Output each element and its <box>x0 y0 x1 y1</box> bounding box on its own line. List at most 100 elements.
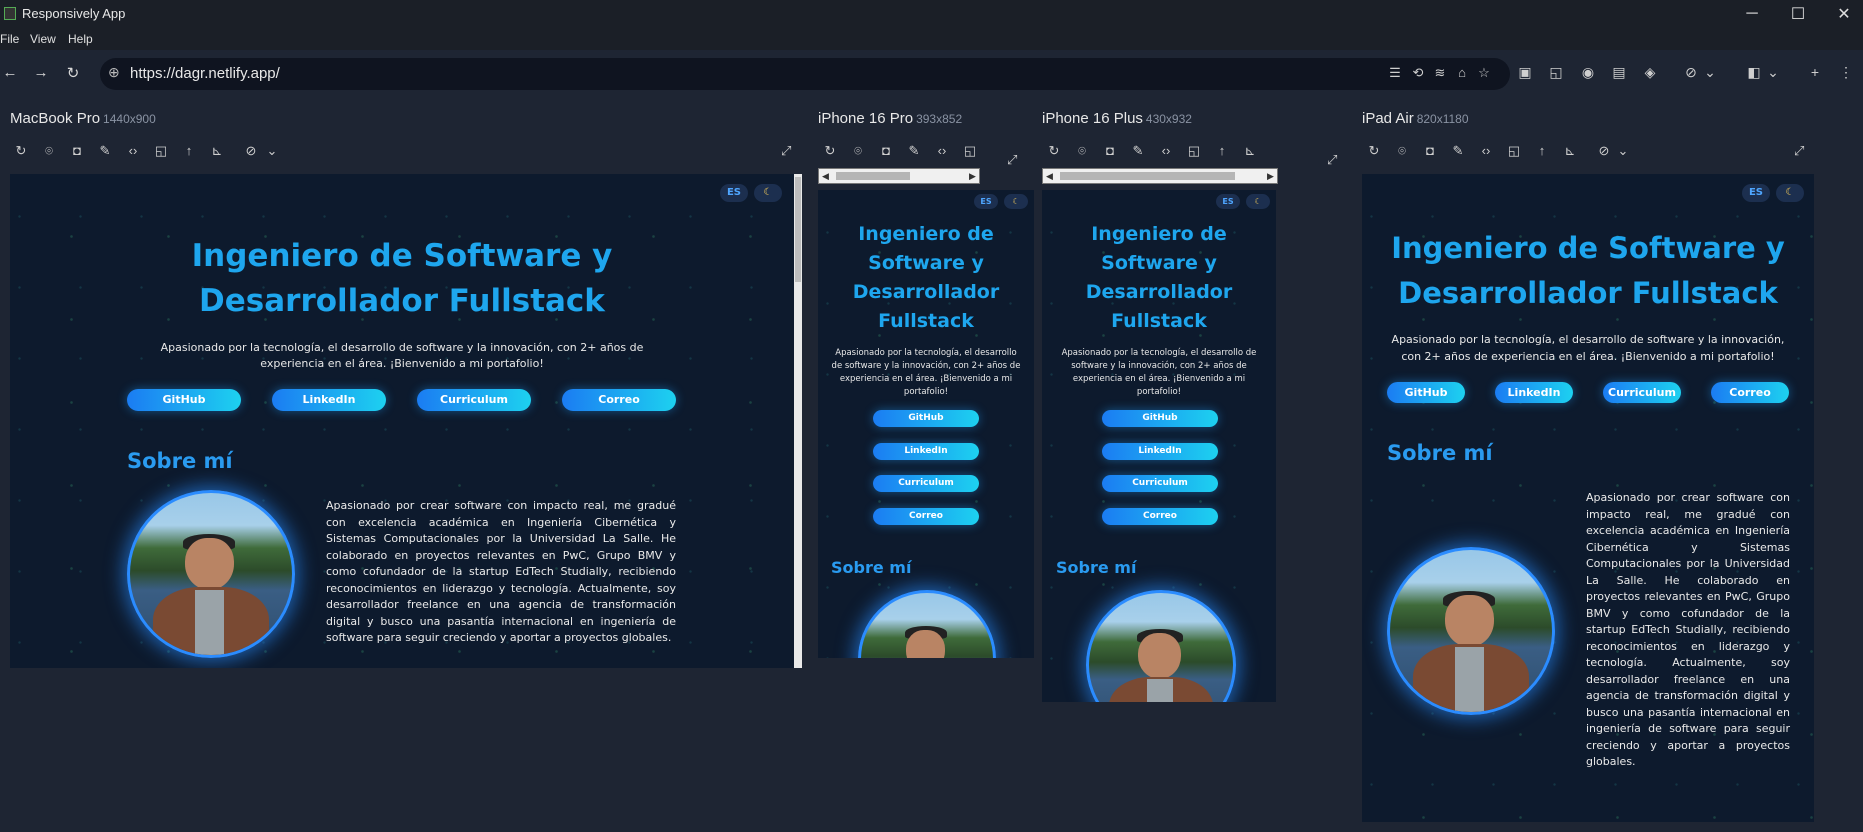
rotate-icon[interactable]: ↻ <box>1045 143 1063 159</box>
screenshot-full-icon[interactable]: ⌾ <box>849 143 867 159</box>
viewport-ipad-air[interactable]: ES ☾ Ingeniero de Software y Desarrollad… <box>1362 174 1814 822</box>
linkedin-button[interactable]: LinkedIn <box>1495 382 1573 403</box>
screenshot-icon[interactable]: ◉ <box>1578 64 1598 81</box>
horizontal-scrollbar[interactable]: ◀ ▶ <box>1042 168 1278 184</box>
device-label-iphone-16-plus: iPhone 16 Plus 430x932 <box>1042 110 1192 127</box>
code-icon[interactable]: ‹› <box>1477 143 1495 158</box>
url-input[interactable]: https://dagr.netlify.app/ <box>130 65 280 82</box>
menu-help[interactable]: Help <box>68 32 93 46</box>
network-icon[interactable]: ≋ <box>1431 65 1449 81</box>
rotate-icon[interactable]: ↻ <box>12 143 30 159</box>
lang-toggle[interactable]: ES <box>1742 184 1770 202</box>
minimize-icon[interactable]: ─ <box>1729 0 1775 28</box>
camera-icon[interactable]: ◘ <box>1421 143 1439 158</box>
maximize-icon[interactable]: ☐ <box>1775 0 1821 28</box>
linkedin-button[interactable]: LinkedIn <box>1102 443 1218 460</box>
linkedin-button[interactable]: LinkedIn <box>873 443 979 460</box>
rotate-device-icon[interactable]: ◱ <box>1505 143 1523 159</box>
moon-icon[interactable]: ☾ <box>1246 194 1270 209</box>
hide-eye-icon[interactable]: ⊘ <box>242 143 260 159</box>
bookmark-star-icon[interactable]: ☆ <box>1475 65 1493 81</box>
moon-icon[interactable]: ☾ <box>1004 194 1028 209</box>
curriculum-button[interactable]: Curriculum <box>873 475 979 492</box>
lang-toggle[interactable]: ES <box>720 184 748 202</box>
viewport-iphone-16-pro[interactable]: ES ☾ Ingeniero de Software y Desarrollad… <box>818 190 1034 658</box>
lang-toggle[interactable]: ES <box>1216 194 1240 209</box>
url-bar[interactable]: ⊕ https://dagr.netlify.app/ ☰ ⟲ ≋ ⌂ ☆ <box>100 58 1510 90</box>
curriculum-button[interactable]: Curriculum <box>417 389 531 411</box>
clear-cache-icon[interactable]: ⟲ <box>1409 65 1427 81</box>
code-icon[interactable]: ‹› <box>124 143 142 158</box>
screenshot-full-icon[interactable]: ⌾ <box>1073 143 1091 159</box>
expand-icon[interactable]: ⤢ <box>1327 152 1337 168</box>
layers-icon[interactable]: ◈ <box>1640 64 1660 81</box>
color-picker-icon[interactable]: ✎ <box>905 143 923 159</box>
moon-icon[interactable]: ☾ <box>754 184 782 202</box>
forward-icon[interactable]: → <box>31 64 51 81</box>
github-button[interactable]: GitHub <box>127 389 241 411</box>
moon-icon[interactable]: ☾ <box>1776 184 1804 202</box>
back-icon[interactable]: ← <box>0 64 20 81</box>
github-button[interactable]: GitHub <box>1387 382 1465 403</box>
github-button[interactable]: GitHub <box>1102 410 1218 427</box>
camera-icon[interactable]: ◘ <box>877 143 895 158</box>
ruler-icon[interactable]: ⊾ <box>1561 143 1579 159</box>
camera-icon[interactable]: ◘ <box>68 143 86 158</box>
email-button[interactable]: Correo <box>1711 382 1789 403</box>
linkedin-button[interactable]: LinkedIn <box>272 389 386 411</box>
menu-file[interactable]: File <box>0 32 19 46</box>
curriculum-button[interactable]: Curriculum <box>1603 382 1681 403</box>
more-options-icon[interactable]: ⋮ <box>1836 64 1856 81</box>
reload-icon[interactable]: ↻ <box>63 64 83 82</box>
rotate-device-icon[interactable]: ◱ <box>1185 143 1203 159</box>
home-icon[interactable]: ⌂ <box>1453 65 1471 80</box>
scrollbar-macbook[interactable] <box>794 174 802 668</box>
email-button[interactable]: Correo <box>1102 508 1218 525</box>
ruler-icon[interactable]: ⊾ <box>1241 143 1259 159</box>
color-picker-icon[interactable]: ✎ <box>96 143 114 159</box>
horizontal-scrollbar[interactable]: ◀ ▶ <box>818 168 980 184</box>
expand-icon[interactable]: ⤢ <box>1007 152 1017 168</box>
rotate-icon[interactable]: ↻ <box>821 143 839 159</box>
layout-icon[interactable]: ◧ <box>1744 64 1764 81</box>
hide-eye-icon[interactable]: ⊘ <box>1681 64 1701 81</box>
chevron-down-icon[interactable]: ⌄ <box>1700 64 1720 81</box>
viewport-macbook[interactable]: ES ☾ Ingeniero de Software y Desarrollad… <box>10 174 794 668</box>
scroll-top-icon[interactable]: ↑ <box>180 143 198 158</box>
close-icon[interactable]: ✕ <box>1821 0 1863 28</box>
hero-title: Ingeniero de Software y Desarrollador Fu… <box>1085 223 1233 332</box>
rotate-device-icon[interactable]: ◱ <box>961 143 979 159</box>
menu-view[interactable]: View <box>30 32 56 46</box>
scroll-top-icon[interactable]: ↑ <box>1533 143 1551 158</box>
chevron-down-icon[interactable]: ⌄ <box>263 143 281 159</box>
title-bar: Responsively App ─ ☐ ✕ <box>0 0 1863 28</box>
color-picker-icon[interactable]: ✎ <box>1449 143 1467 159</box>
hide-eye-icon[interactable]: ⊘ <box>1595 143 1613 159</box>
camera-icon[interactable]: ◘ <box>1101 143 1119 158</box>
curriculum-button[interactable]: Curriculum <box>1102 475 1218 492</box>
add-device-icon[interactable]: + <box>1805 64 1825 80</box>
database-icon[interactable]: ☰ <box>1386 65 1404 81</box>
profile-photo <box>127 490 295 658</box>
document-icon[interactable]: ▤ <box>1609 64 1629 81</box>
screenshot-full-icon[interactable]: ⌾ <box>1393 143 1411 159</box>
screenshot-full-icon[interactable]: ⌾ <box>40 143 58 159</box>
chevron-down-icon[interactable]: ⌄ <box>1614 143 1632 159</box>
email-button[interactable]: Correo <box>562 389 676 411</box>
color-picker-icon[interactable]: ✎ <box>1129 143 1147 159</box>
rotate-icon[interactable]: ↻ <box>1365 143 1383 159</box>
lang-toggle[interactable]: ES <box>974 194 998 209</box>
github-button[interactable]: GitHub <box>873 410 979 427</box>
preview-layout-icon[interactable]: ▣ <box>1515 64 1535 81</box>
scroll-top-icon[interactable]: ↑ <box>1213 143 1231 158</box>
expand-icon[interactable]: ⤢ <box>781 143 791 159</box>
chevron-down-icon[interactable]: ⌄ <box>1763 64 1783 81</box>
code-icon[interactable]: ‹› <box>1157 143 1175 158</box>
ruler-icon[interactable]: ⊾ <box>208 143 226 159</box>
expand-icon[interactable]: ⤢ <box>1794 143 1804 159</box>
viewport-iphone-16-plus[interactable]: ES ☾ Ingeniero de Software y Desarrollad… <box>1042 190 1276 702</box>
inspect-icon[interactable]: ◱ <box>1546 64 1566 81</box>
code-icon[interactable]: ‹› <box>933 143 951 158</box>
email-button[interactable]: Correo <box>873 508 979 525</box>
rotate-device-icon[interactable]: ◱ <box>152 143 170 159</box>
